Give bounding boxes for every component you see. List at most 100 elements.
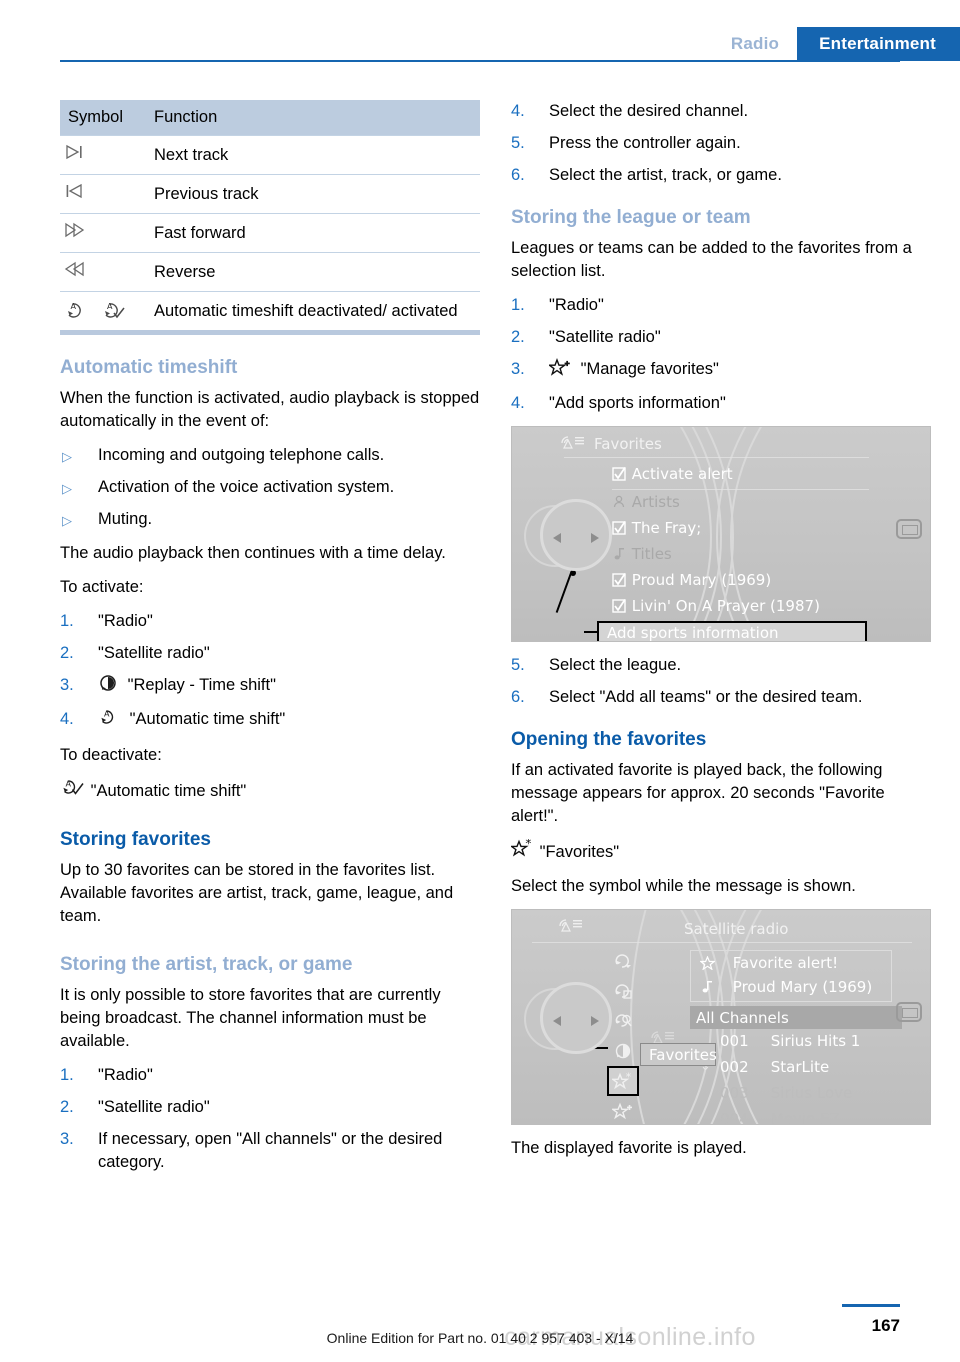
previous-track-icon [60,174,146,214]
artist-icon [612,493,627,511]
list-item: 4. A "Automatic time shift" [60,708,480,733]
checkbox-checked-icon [612,597,627,615]
step-number: 4. [511,102,525,120]
music-note-icon [612,545,627,563]
bullet-triangle-icon: ▷ [62,481,72,496]
favorites-label: "Favorites" [539,843,620,861]
next-track-icon-glyph [66,144,82,160]
heading-automatic-timeshift: Automatic timeshift [60,357,238,378]
svg-text:A: A [104,710,110,719]
screenshot-satellite-radio: Satellite radio * Favorite alert! Proud … [511,909,931,1125]
category-icon[interactable] [607,976,639,1006]
edition-notice: Online Edition for Part no. 01 40 2 957 … [326,1330,634,1346]
channel-row[interactable]: 004 Movin EZ [720,1110,840,1125]
step-label: "Replay - Time shift" [127,676,276,694]
page-header: Radio Entertainment [0,0,960,62]
music-note-icon-glyph [702,981,712,993]
page-footer: 167 carmanualsonline.info Online Edition… [0,1282,960,1362]
step-label: Select the desired channel. [549,102,749,120]
step-label: "Radio" [98,612,153,630]
list-item: 3. If necessary, open "All channels" or … [60,1128,480,1174]
star-icon [699,954,728,972]
step-number: 1. [60,612,74,630]
star-asterisk-icon[interactable]: * [607,1066,639,1096]
heading-storing-favorites: Storing favorites [60,829,211,850]
step-label: Press the controller again. [549,134,741,152]
list-header-all-channels[interactable]: All Channels [690,1006,902,1029]
list-item-label: Livin' On A Prayer (1987) [631,597,820,615]
list-item-proud-mary[interactable]: Proud Mary (1969) [612,571,771,589]
list-item: 6. Select "Add all teams" or the desired… [511,686,931,709]
tab-entertainment[interactable]: Entertainment [797,27,960,61]
step-number: 3. [60,1130,74,1148]
satellite-radio-icon-glyph [559,919,582,932]
svg-text:A: A [71,302,77,311]
step-number: 5. [511,134,525,152]
music-note-icon [700,978,728,996]
list-item-label: Titles [631,545,672,563]
satellite-radio-icon [560,435,586,454]
idrive-controller[interactable] [540,982,612,1054]
message-row-proud-mary: Proud Mary (1969) [700,978,872,996]
league-steps-list: 1. "Radio" 2. "Satellite radio" 3. "Mana… [511,294,931,415]
heading-opening-favorites: Opening the favorites [511,729,707,750]
bullet-triangle-icon: ▷ [62,513,72,528]
step-number: 3. [60,676,74,694]
row-function-label: Automatic timeshift deactivated/ activat… [146,291,480,330]
callout-favorites[interactable]: Favorites [640,1043,717,1066]
reverse-icon [60,252,146,292]
channel-row[interactable]: 001 Sirius Hits 1 [720,1032,860,1050]
station-list-icon-glyph [615,954,631,968]
right-column: 4. Select the desired channel. 5. Press … [509,100,931,1171]
message-label: Favorite alert! [732,954,839,972]
channel-name: Movin EZ [770,1110,840,1125]
callout-add-sports-information[interactable]: Add sports information [597,621,867,642]
list-item-label: The Fray; [631,519,702,537]
callout-label: Add sports information [607,624,779,642]
auto-timeshift-on-icon-glyph: A [104,302,125,319]
replay-timeshift-icon[interactable] [607,1036,639,1066]
list-item: ▷ Muting. [60,508,480,531]
list-item-label: Incoming and outgoing telephone calls. [98,446,385,464]
star-plus-icon-glyph [547,358,570,376]
step-number: 1. [60,1066,74,1084]
artist-steps-list: 1. "Radio" 2. "Satellite radio" 3. If ne… [60,1064,480,1174]
list-item-label: Muting. [98,510,153,528]
deactivate-label: "Automatic time shift" [90,782,247,800]
idrive-controller[interactable] [540,499,612,571]
channel-row[interactable]: 002 StarLite [720,1058,829,1076]
tab-radio[interactable]: Radio [730,27,798,61]
list-item-titles[interactable]: Titles [612,545,672,563]
paragraph-displayed-favorite: The displayed favorite is played. [511,1139,747,1157]
list-item-activate-alert[interactable]: Activate alert [612,465,733,483]
star-asterisk-icon: * [509,837,540,861]
paragraph-opening-favorites: If an activated favorite is played back,… [511,761,885,825]
search-icon-glyph [615,1014,632,1027]
table-row: Fast forward [60,213,480,253]
list-item-label: Activate alert [631,465,733,483]
step-label: "Manage favorites" [580,360,719,378]
step-number: 4. [60,710,74,728]
paragraph-to-deactivate: To deactivate: [60,746,162,764]
list-item-the-fray[interactable]: The Fray; [612,519,701,537]
station-list-icon[interactable] [607,946,639,976]
menu-button-icon[interactable] [896,519,922,539]
svg-text:*: * [626,1072,632,1083]
satellite-radio-icon [558,918,584,937]
channel-number: 004 [720,1110,749,1125]
star-plus-icon[interactable] [607,1096,639,1124]
message-label: Proud Mary (1969) [732,978,873,996]
channel-row[interactable]: 003 Sirius Love [720,1084,852,1102]
row-function-label: Fast forward [146,213,480,253]
list-item-artists[interactable]: Artists [612,493,680,511]
list-item: 5. Select the league. [511,654,931,677]
step-label: "Radio" [549,296,604,314]
step-label: "Add sports information" [549,394,726,412]
checkbox-checked-icon [612,465,627,483]
row-function-label: Reverse [146,252,480,292]
replay-timeshift-icon-glyph [615,1043,631,1059]
left-arrow-icon [553,533,561,543]
list-item-livin-on-a-prayer[interactable]: Livin' On A Prayer (1987) [612,597,820,615]
step-label: "Satellite radio" [549,328,661,346]
menu-button-icon[interactable] [896,1002,922,1022]
